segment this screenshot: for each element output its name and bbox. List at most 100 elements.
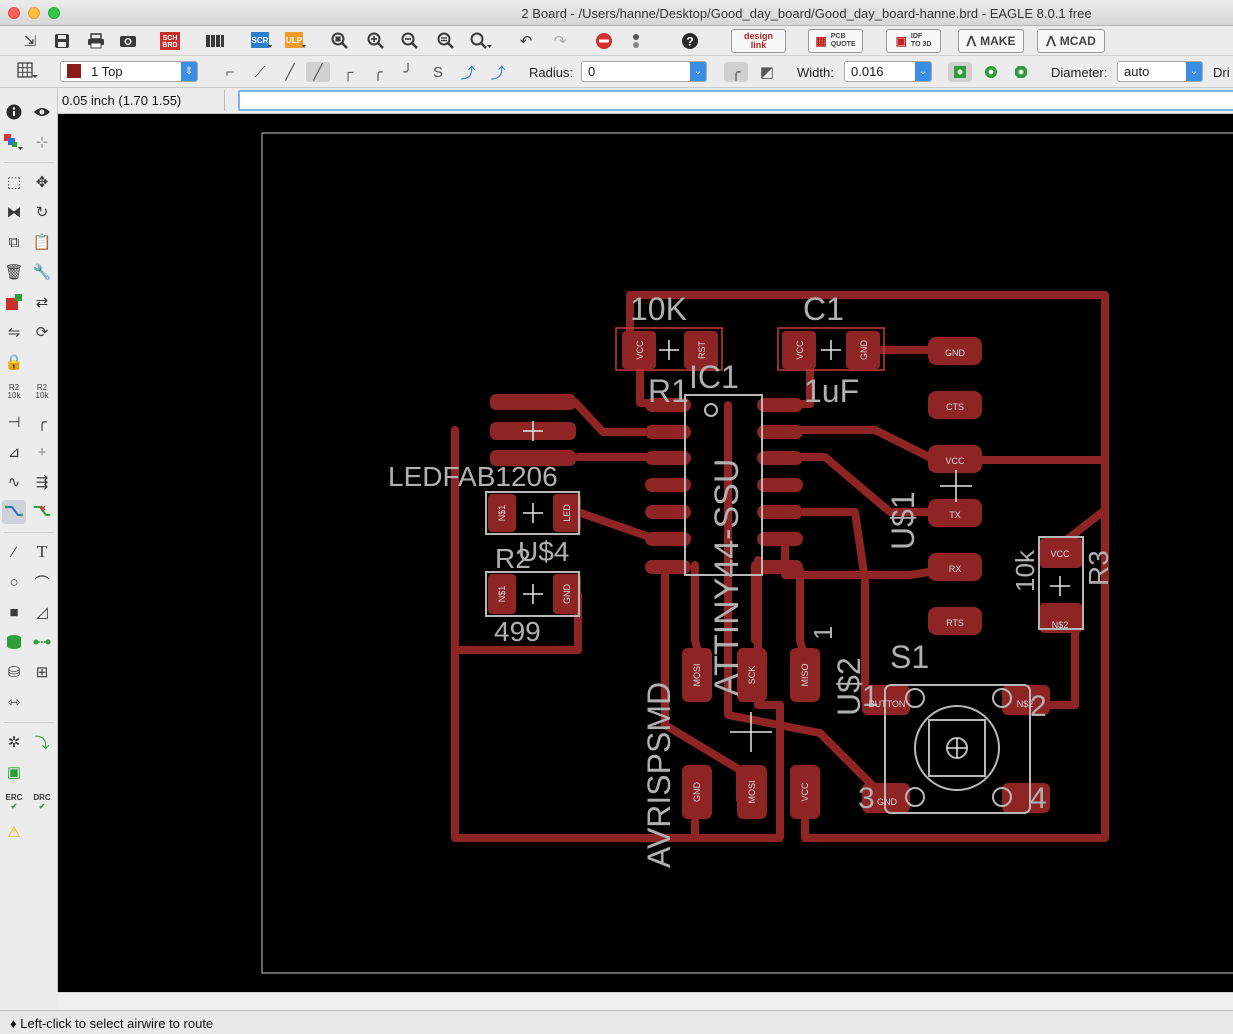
- value-icon[interactable]: R2 10k: [30, 380, 54, 404]
- pad-c1-gnd: GND: [859, 340, 869, 361]
- command-input[interactable]: [238, 90, 1233, 111]
- text-icon[interactable]: T: [30, 540, 54, 564]
- wire-bend-90-icon[interactable]: ⌐: [218, 62, 242, 82]
- show-eye-icon[interactable]: [30, 100, 54, 124]
- ripup-route-icon[interactable]: [30, 500, 54, 524]
- stop-icon[interactable]: [592, 30, 616, 52]
- wire-bend-arc2-icon[interactable]: ╯: [396, 62, 420, 82]
- s1-name-label: S1: [890, 639, 929, 675]
- status-message: ♦ Left-click to select airwire to route: [10, 1016, 214, 1031]
- move-icon[interactable]: ✥: [30, 170, 54, 194]
- circle-icon[interactable]: ○: [2, 570, 26, 594]
- width-combo[interactable]: 0.016 ⌄: [844, 61, 932, 82]
- open-icon[interactable]: ⇲: [18, 30, 42, 52]
- arc-icon[interactable]: ⌒: [30, 570, 54, 594]
- copy-icon[interactable]: ⧉: [2, 230, 26, 254]
- wire-bend-corner-icon[interactable]: ┌: [336, 62, 360, 82]
- ulp-icon[interactable]: ULP: [284, 30, 308, 52]
- zoom-select-icon[interactable]: [470, 30, 494, 52]
- undo-icon[interactable]: ↶: [514, 30, 538, 52]
- line-draw-icon[interactable]: ∕: [2, 540, 26, 564]
- display-layers-icon[interactable]: [2, 130, 26, 154]
- smash-icon[interactable]: ⊣: [2, 410, 26, 434]
- zoom-in-icon[interactable]: [364, 30, 388, 52]
- horizontal-scrollbar[interactable]: [58, 992, 1233, 1010]
- pad-vcc: VCC: [945, 456, 965, 466]
- help-icon[interactable]: ?: [678, 30, 702, 52]
- design-link-button[interactable]: design link: [731, 29, 786, 53]
- meander-icon[interactable]: ⊿: [2, 440, 26, 464]
- follow-me-icon[interactable]: ⤴: [456, 62, 480, 82]
- rotate-icon[interactable]: ↻: [30, 200, 54, 224]
- radius-combo[interactable]: 0 ⌄: [581, 61, 707, 82]
- mcad-button[interactable]: ᐱ MCAD: [1037, 29, 1105, 53]
- script-icon[interactable]: SCR: [250, 30, 274, 52]
- wire-bend-45-icon[interactable]: ⟋: [248, 62, 272, 82]
- group-select-icon[interactable]: ⬚: [2, 170, 26, 194]
- via-square-icon[interactable]: [948, 62, 972, 82]
- pcb-quote-button[interactable]: ▦ PCB QUOTE: [808, 29, 863, 53]
- polygon-icon[interactable]: ◿: [30, 600, 54, 624]
- zoom-out-icon[interactable]: [398, 30, 422, 52]
- via-octagon-icon[interactable]: [1009, 62, 1033, 82]
- wire-bend-straight-icon[interactable]: ╱: [278, 62, 302, 82]
- chevron-down-icon: ⌄: [690, 62, 706, 81]
- switch-schematic-icon[interactable]: SCH BRD: [158, 30, 182, 52]
- name-icon[interactable]: R2 10k: [2, 380, 26, 404]
- layer-select[interactable]: 1 Top ⇕: [60, 61, 198, 82]
- ratsnest-icon[interactable]: ✲: [2, 730, 26, 754]
- board-icon[interactable]: ▣: [2, 760, 26, 784]
- autorouter-icon[interactable]: ⇶: [30, 470, 54, 494]
- delete-icon[interactable]: 🗑: [2, 260, 26, 284]
- print-icon[interactable]: [84, 30, 108, 52]
- lock-icon[interactable]: 🔒: [2, 350, 26, 374]
- dimension-icon[interactable]: ⇿: [2, 690, 26, 714]
- info-icon[interactable]: [2, 100, 26, 124]
- board-canvas[interactable]: 10K C1 R1 IC1 1uF LEDFAB1206 U$4 R2 499 …: [58, 114, 1233, 992]
- pad-isp-mosi: MOSI: [747, 780, 757, 803]
- attribute-icon[interactable]: +: [30, 440, 54, 464]
- go-icon[interactable]: [624, 30, 648, 52]
- save-icon[interactable]: [50, 30, 74, 52]
- hole-icon[interactable]: ⛁: [2, 660, 26, 684]
- change-wrench-icon[interactable]: 🔧: [30, 260, 54, 284]
- mirror-icon[interactable]: ⧓: [2, 200, 26, 224]
- pad-s1-gnd: GND: [877, 797, 898, 807]
- route-icon[interactable]: [2, 500, 26, 524]
- miter-icon[interactable]: ╭: [30, 410, 54, 434]
- drill-label: Dri: [1213, 65, 1230, 80]
- mark-icon[interactable]: ⊹: [30, 130, 54, 154]
- make-button[interactable]: ᐱ MAKE: [958, 29, 1024, 53]
- attribute-tag-icon[interactable]: ⊞: [30, 660, 54, 684]
- auto-route-icon[interactable]: ⤵: [30, 730, 54, 754]
- via-stack-icon[interactable]: [2, 630, 26, 654]
- idf-export-button[interactable]: ▣ IDF TO 3D: [886, 29, 941, 53]
- paste-icon[interactable]: 📋: [30, 230, 54, 254]
- signal-icon[interactable]: [30, 630, 54, 654]
- ripup-icon[interactable]: ∿: [2, 470, 26, 494]
- add-part-icon[interactable]: [2, 290, 26, 314]
- optimize-icon[interactable]: ⟳: [30, 320, 54, 344]
- replace-icon[interactable]: ⇄: [30, 290, 54, 314]
- split-icon[interactable]: ⇋: [2, 320, 26, 344]
- chamfer-corner-icon[interactable]: ◩: [755, 62, 779, 82]
- wire-bend-45b-icon[interactable]: ╱: [306, 62, 330, 82]
- library-icon[interactable]: [203, 30, 227, 52]
- follow-me-route-icon[interactable]: ⤴: [486, 62, 510, 82]
- diameter-label: Diameter:: [1051, 65, 1108, 80]
- cam-processor-icon[interactable]: [116, 30, 140, 52]
- zoom-fit-icon[interactable]: [328, 30, 352, 52]
- autodesk-icon: ᐱ: [1046, 32, 1056, 49]
- grid-icon[interactable]: [16, 60, 40, 82]
- diameter-combo[interactable]: auto ⌄: [1117, 61, 1203, 82]
- drc-icon[interactable]: DRC ✔: [30, 790, 54, 814]
- warning-icon[interactable]: ⚠: [2, 820, 26, 844]
- erc-icon[interactable]: ERC ✔: [2, 790, 26, 814]
- redo-icon[interactable]: ↷: [548, 30, 572, 52]
- wire-bend-spline-icon[interactable]: S: [426, 62, 450, 82]
- round-corner-icon[interactable]: ╭: [724, 62, 748, 82]
- zoom-redraw-icon[interactable]: [434, 30, 458, 52]
- wire-bend-arc-icon[interactable]: ╭: [366, 62, 390, 82]
- via-round-icon[interactable]: [979, 62, 1003, 82]
- rectangle-icon[interactable]: ■: [2, 600, 26, 624]
